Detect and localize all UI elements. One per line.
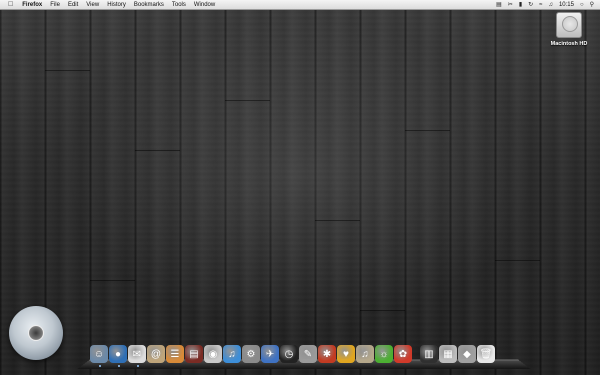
menu-bar:  Firefox File Edit View History Bookmar… [0,0,600,10]
wood-grain [405,130,450,131]
running-indicator [137,365,139,367]
xcode-icon[interactable]: ✈ [261,345,279,363]
drive-label: Macintosh HD [550,41,588,47]
menu-tools[interactable]: Tools [168,0,190,10]
spotlight-icon[interactable]: ⚲ [587,0,600,10]
itunes-icon[interactable]: ♫ [223,345,241,363]
running-indicator [118,365,120,367]
preview-icon[interactable]: ◉ [204,345,222,363]
menu-history[interactable]: History [103,0,130,10]
wood-grain [45,70,90,71]
cd-hub-icon [28,325,44,341]
dashcode-icon[interactable]: ☼ [375,345,393,363]
wood-grain [360,310,405,311]
dock-separator [413,345,419,363]
app-menu-firefox[interactable]: Firefox [18,0,46,10]
scissors-icon[interactable]: ✂ [505,0,516,10]
user-icon[interactable]: ○ [577,0,587,10]
sync-icon[interactable]: ↻ [525,0,536,10]
battery-icon[interactable]: ▮ [516,0,525,10]
menu-bookmarks[interactable]: Bookmarks [130,0,168,10]
wood-grain [90,280,135,281]
macintosh-hd-desktop-item[interactable]: Macintosh HD [545,12,593,56]
time-machine-icon[interactable]: ◷ [280,345,298,363]
wood-grain [315,220,360,221]
mail-icon[interactable]: ✉ [128,345,146,363]
bug-icon[interactable]: ✱ [318,345,336,363]
downloads-stack-icon[interactable]: ◆ [458,345,476,363]
menu-window[interactable]: Window [190,0,219,10]
wifi-icon[interactable]: ≈ [536,0,545,10]
menu-file[interactable]: File [46,0,64,10]
dock: ☺ ● ✉ @ ☰ ▤ ◉ ♫ ⚙ ✈ ◷ ✎ ✱ ♥ ♫ ☼ ✿ ▥ ▦ ◆ 🗑 [77,345,531,369]
trash-can-icon[interactable]: ▥ [420,345,438,363]
notes-icon[interactable]: ♫ [356,345,374,363]
ical-icon[interactable]: ☰ [166,345,184,363]
status-tray: ▤ ✂ ▮ ↻ ≈ ♫ 10:15 ○ ⚲ [493,0,600,10]
wood-grain [495,260,540,261]
documents-stack-icon[interactable]: ▦ [439,345,457,363]
hard-drive-icon [556,12,582,38]
dock-icons: ☺ ● ✉ @ ☰ ▤ ◉ ♫ ⚙ ✈ ◷ ✎ ✱ ♥ ♫ ☼ ✿ ▥ ▦ ◆ 🗑 [90,345,495,363]
menu-view[interactable]: View [82,0,103,10]
firefox-icon[interactable]: ● [109,345,127,363]
menu-extra-icon[interactable]: ▤ [493,0,505,10]
wood-grain [135,150,180,151]
system-preferences-icon[interactable]: ⚙ [242,345,260,363]
menu-edit[interactable]: Edit [64,0,82,10]
apple-menu-icon[interactable]:  [0,0,18,10]
address-book-icon[interactable]: @ [147,345,165,363]
clock[interactable]: 10:15 [556,0,577,10]
desktop-background [0,10,600,375]
running-indicator [99,365,101,367]
flower-icon[interactable]: ✿ [394,345,412,363]
finder-icon[interactable]: ☺ [90,345,108,363]
adium-icon[interactable]: ♥ [337,345,355,363]
dictionary-icon[interactable]: ▤ [185,345,203,363]
wood-grain [225,100,270,101]
pen-icon[interactable]: ✎ [299,345,317,363]
trash-icon[interactable]: 🗑 [477,345,495,363]
volume-icon[interactable]: ♫ [545,0,556,10]
cd-player-widget[interactable] [9,306,63,360]
